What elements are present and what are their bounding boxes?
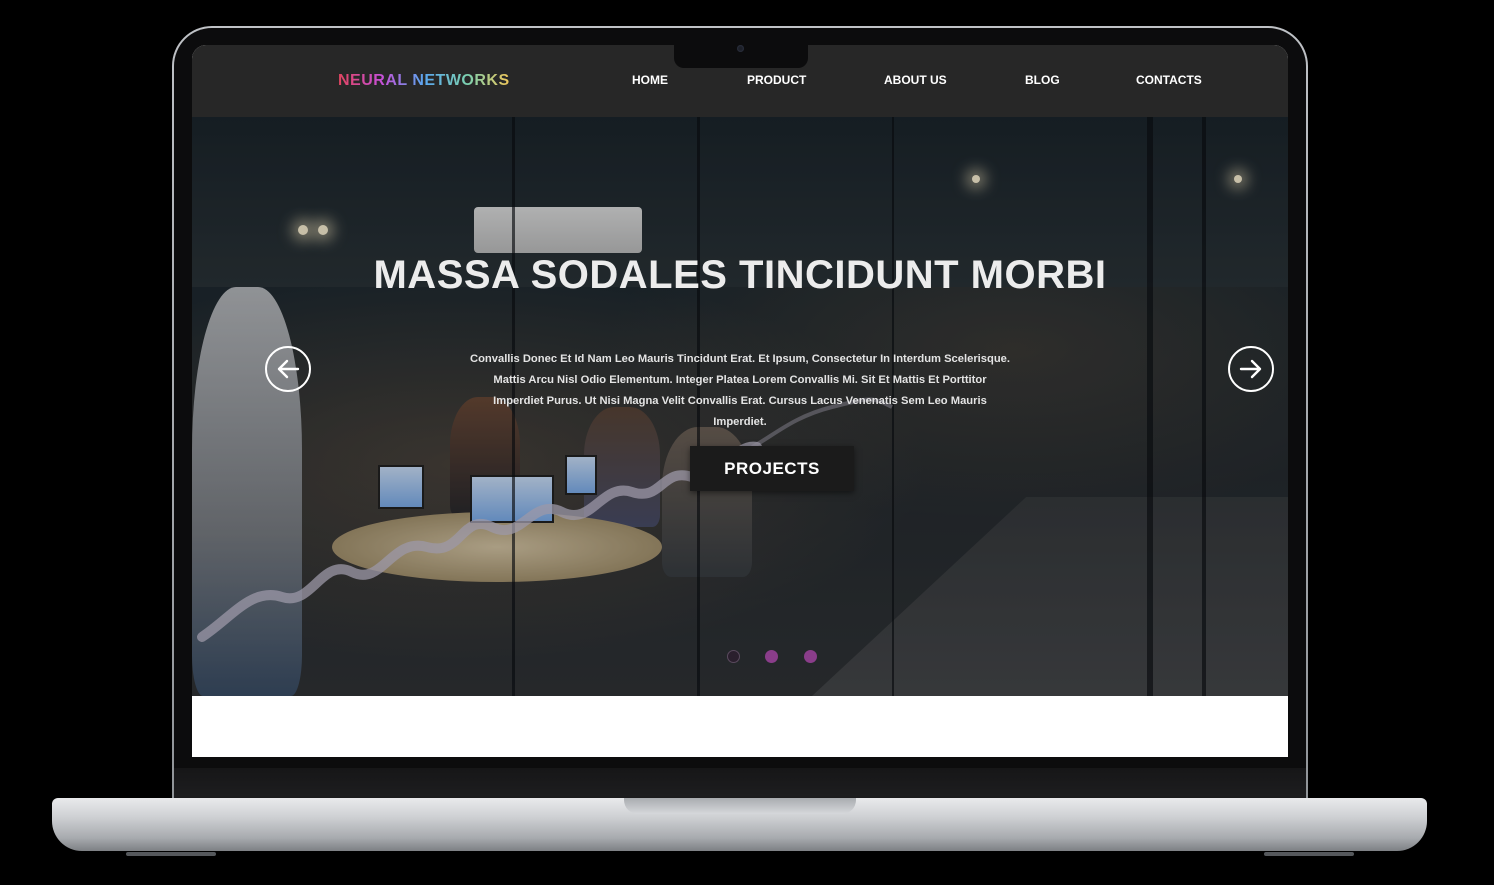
slider-prev-button[interactable] [265, 346, 311, 392]
arrow-left-circle-icon [277, 359, 300, 379]
slider-dot-active[interactable] [727, 650, 740, 663]
nav-menu: HOME PRODUCT ABOUT US BLOG CONTACTS [192, 73, 1288, 93]
device-mockup: NEURAL NETWORKS HOME PRODUCT ABOUT US BL… [0, 0, 1494, 885]
hero-slider: MASSA SODALES TINCIDUNT MORBI Convallis … [192, 117, 1288, 696]
laptop-base [52, 798, 1427, 851]
slider-next-button[interactable] [1228, 346, 1274, 392]
laptop-lid: NEURAL NETWORKS HOME PRODUCT ABOUT US BL… [172, 26, 1308, 816]
nav-link-about-us[interactable]: ABOUT US [884, 73, 947, 87]
slider-pagination [192, 650, 1288, 664]
projects-button[interactable]: PROJECTS [690, 446, 854, 491]
camera-notch [674, 28, 808, 68]
nav-link-product[interactable]: PRODUCT [747, 73, 806, 87]
nav-link-home[interactable]: HOME [632, 73, 668, 87]
nav-link-blog[interactable]: BLOG [1025, 73, 1060, 87]
hero-description: Convallis Donec Et Id Nam Leo Mauris Tin… [470, 353, 1011, 428]
laptop-bezel: NEURAL NETWORKS HOME PRODUCT ABOUT US BL… [174, 28, 1306, 814]
browser-viewport: NEURAL NETWORKS HOME PRODUCT ABOUT US BL… [192, 45, 1288, 757]
laptop-foot [1264, 852, 1354, 856]
laptop-foot [126, 852, 216, 856]
arrow-right-circle-icon [1239, 359, 1262, 379]
next-section [192, 696, 1288, 757]
hero-title: MASSA SODALES TINCIDUNT MORBI [373, 253, 1107, 297]
laptop-base-opening [624, 798, 856, 814]
camera-icon [737, 45, 744, 52]
slider-dot[interactable] [765, 650, 778, 663]
slider-dot[interactable] [804, 650, 817, 663]
nav-link-contacts[interactable]: CONTACTS [1136, 73, 1202, 87]
